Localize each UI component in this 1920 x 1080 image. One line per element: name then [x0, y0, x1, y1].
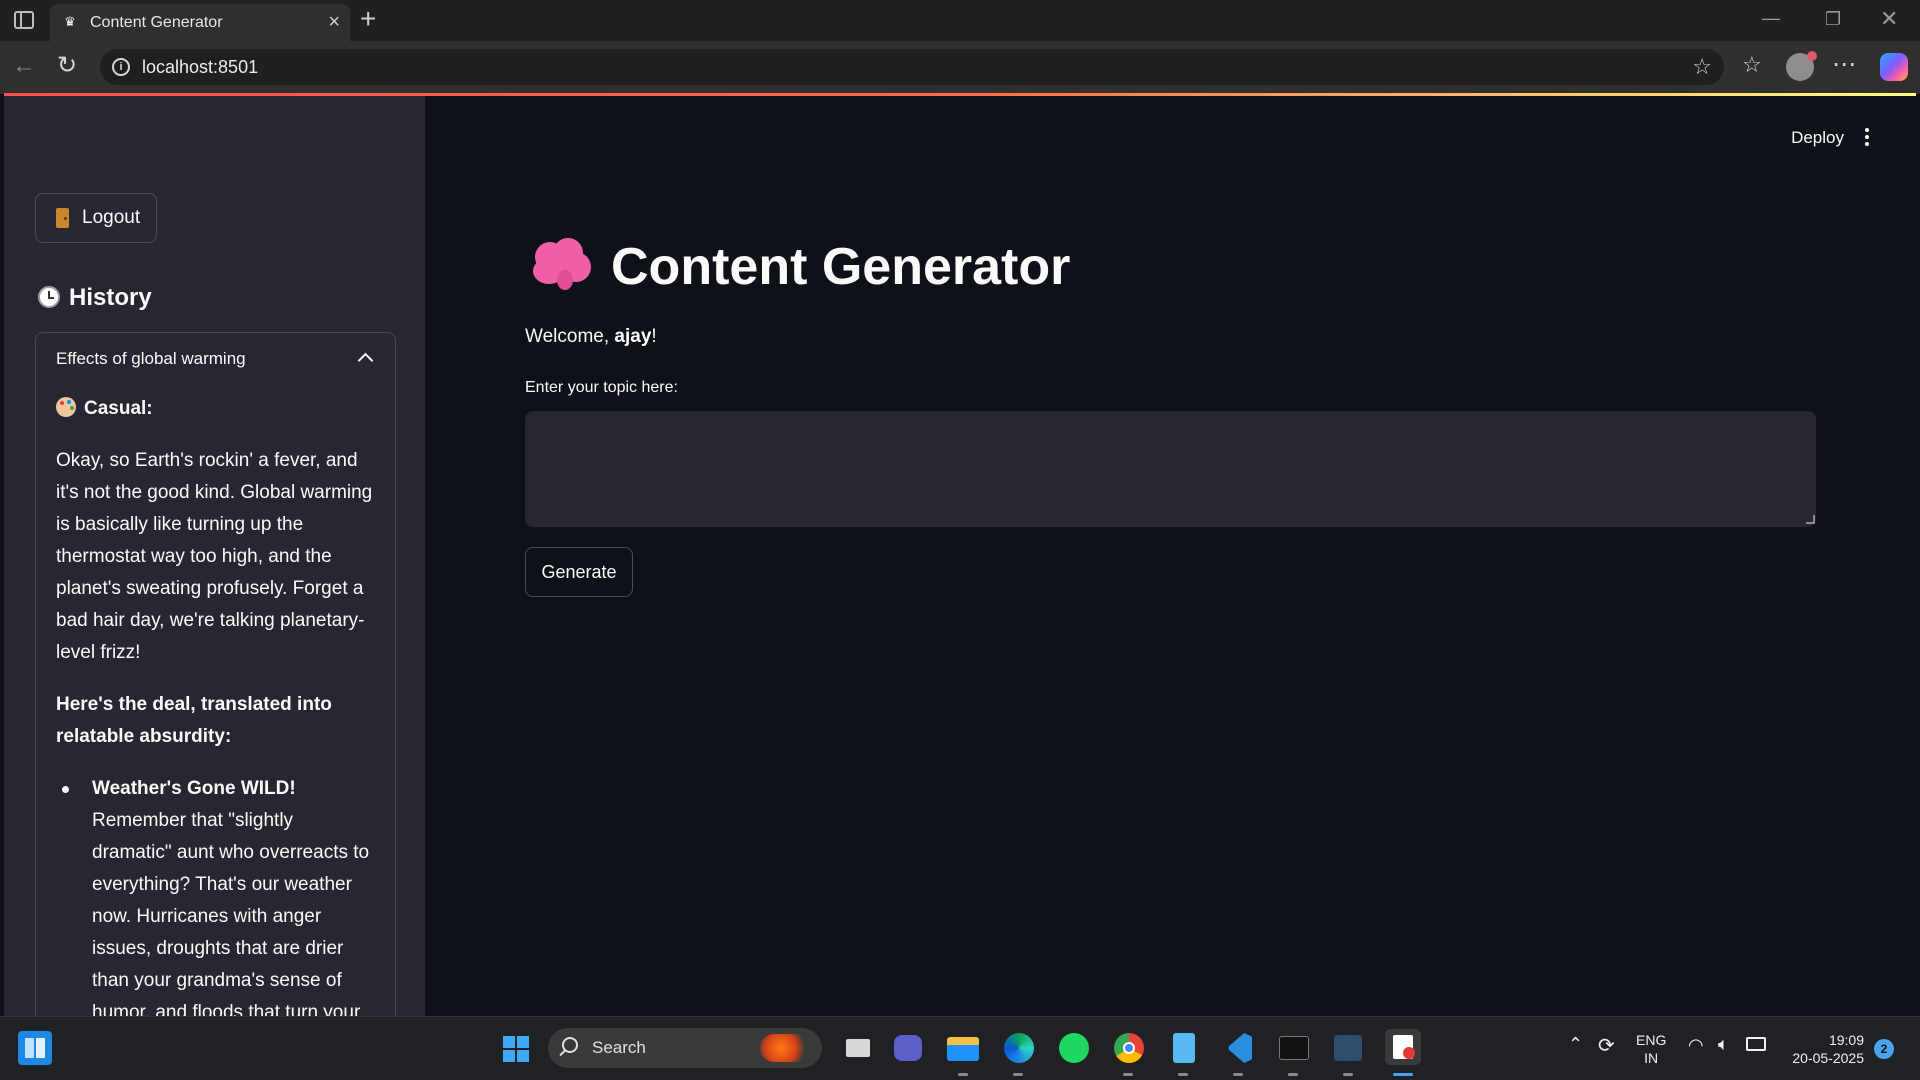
search-icon [562, 1037, 578, 1053]
deploy-button[interactable]: Deploy [1791, 128, 1844, 148]
clock-icon [38, 286, 60, 308]
widgets-icon[interactable] [18, 1031, 52, 1065]
more-options-icon[interactable]: ⋯ [1832, 50, 1856, 79]
favorite-star-icon[interactable]: ☆ [1692, 54, 1712, 80]
history-expander: Effects of global warming Casual: Okay, … [35, 332, 396, 1016]
address-bar[interactable]: i localhost:8501 ☆ [100, 49, 1724, 85]
minimize-icon[interactable]: — [1762, 8, 1780, 29]
history-item-title[interactable]: Effects of global warming [56, 349, 246, 369]
edge-icon[interactable] [1000, 1029, 1036, 1065]
search-label: Search [592, 1038, 646, 1057]
sidebar: Logout History Effects of global warming… [4, 96, 425, 1016]
page-title: Content Generator [531, 236, 1070, 297]
chevron-up-tray-icon[interactable]: ⌃ [1568, 1035, 1583, 1053]
site-info-icon[interactable]: i [112, 58, 130, 76]
chrome-icon[interactable] [1110, 1029, 1146, 1065]
topic-input[interactable] [525, 411, 1816, 527]
back-icon[interactable]: ← [12, 52, 36, 80]
history-title: History [69, 284, 152, 311]
style-label: Casual: [84, 398, 153, 419]
tab-actions-icon[interactable] [14, 11, 34, 29]
taskbar: Search ⌃ ⟳ ENG IN ◠ 🔈︎ 19:09 20-05-2025 … [0, 1016, 1920, 1080]
streamlit-favicon-icon: ♛ [64, 14, 76, 29]
bullet-title: Weather's Gone WILD! [92, 778, 296, 799]
title-text: Content Generator [611, 238, 1071, 296]
task-view-icon[interactable] [838, 1029, 874, 1065]
history-content: Casual: Okay, so Earth's rockin' a fever… [56, 393, 376, 1016]
palette-icon [56, 397, 76, 417]
file-explorer-icon[interactable] [945, 1029, 981, 1065]
clock[interactable]: 19:09 20-05-2025 [1784, 1031, 1864, 1067]
topic-label: Enter your topic here: [525, 379, 678, 396]
close-tab-icon[interactable]: × [328, 11, 340, 34]
bullet-text: Remember that "slightly dramatic" aunt w… [92, 810, 370, 1016]
profile-avatar[interactable] [1786, 51, 1817, 81]
logout-label: Logout [82, 207, 141, 228]
favorites-icon[interactable]: ☆ [1742, 52, 1762, 78]
url-text[interactable]: localhost:8501 [142, 57, 258, 78]
history-subheading: Here's the deal, translated into relatab… [56, 694, 332, 747]
sync-icon[interactable]: ⟳ [1598, 1036, 1615, 1056]
list-item: Weather's Gone WILD! Remember that "slig… [56, 773, 376, 1016]
style-heading: Casual: [56, 393, 376, 425]
main-menu-icon[interactable] [1865, 128, 1869, 146]
spotify-icon[interactable] [1055, 1029, 1091, 1065]
browser-tab-bar: ♛ Content Generator × + — ❐ ✕ [0, 0, 1920, 41]
notepad-icon[interactable] [1165, 1029, 1201, 1065]
terminal-icon[interactable] [1275, 1029, 1311, 1065]
streamlit-app: Logout History Effects of global warming… [4, 96, 1916, 1016]
new-tab-icon[interactable]: + [360, 3, 376, 35]
language-indicator[interactable]: ENG IN [1636, 1031, 1666, 1067]
copilot-icon[interactable] [1880, 53, 1908, 81]
generate-button[interactable]: Generate [525, 547, 633, 597]
restore-icon[interactable]: ❐ [1825, 9, 1841, 30]
resize-handle-icon[interactable] [1806, 515, 1815, 524]
address-bar-row: ← ↻ i localhost:8501 ☆ [0, 41, 1920, 94]
powershell-icon[interactable] [1330, 1029, 1366, 1065]
username: ajay [614, 326, 652, 347]
browser-tab[interactable]: ♛ Content Generator × [50, 4, 350, 41]
search-highlight-icon [760, 1034, 812, 1062]
history-paragraph: Okay, so Earth's rockin' a fever, and it… [56, 450, 373, 663]
brain-icon [531, 236, 593, 290]
tab-title: Content Generator [90, 14, 223, 31]
history-heading: History [38, 284, 152, 312]
taskbar-search[interactable]: Search [548, 1028, 822, 1068]
logout-button[interactable]: Logout [35, 193, 157, 243]
volume-icon[interactable]: 🔈︎ [1718, 1035, 1729, 1053]
chevron-up-icon[interactable] [357, 352, 374, 369]
reload-icon[interactable]: ↻ [57, 51, 77, 80]
welcome-message: Welcome, ajay! [525, 326, 657, 347]
main-content: Deploy Content Generator Welcome, ajay! … [425, 96, 1916, 1016]
teams-meet-icon[interactable] [890, 1029, 926, 1065]
start-icon[interactable] [503, 1036, 529, 1062]
snipping-tool-icon[interactable] [1385, 1029, 1421, 1065]
wifi-icon[interactable]: ◠ [1688, 1036, 1704, 1054]
battery-icon[interactable] [1746, 1037, 1766, 1051]
door-icon [56, 208, 69, 228]
vscode-icon[interactable] [1220, 1029, 1256, 1065]
close-window-icon[interactable]: ✕ [1880, 6, 1898, 32]
notification-badge[interactable]: 2 [1874, 1039, 1894, 1059]
